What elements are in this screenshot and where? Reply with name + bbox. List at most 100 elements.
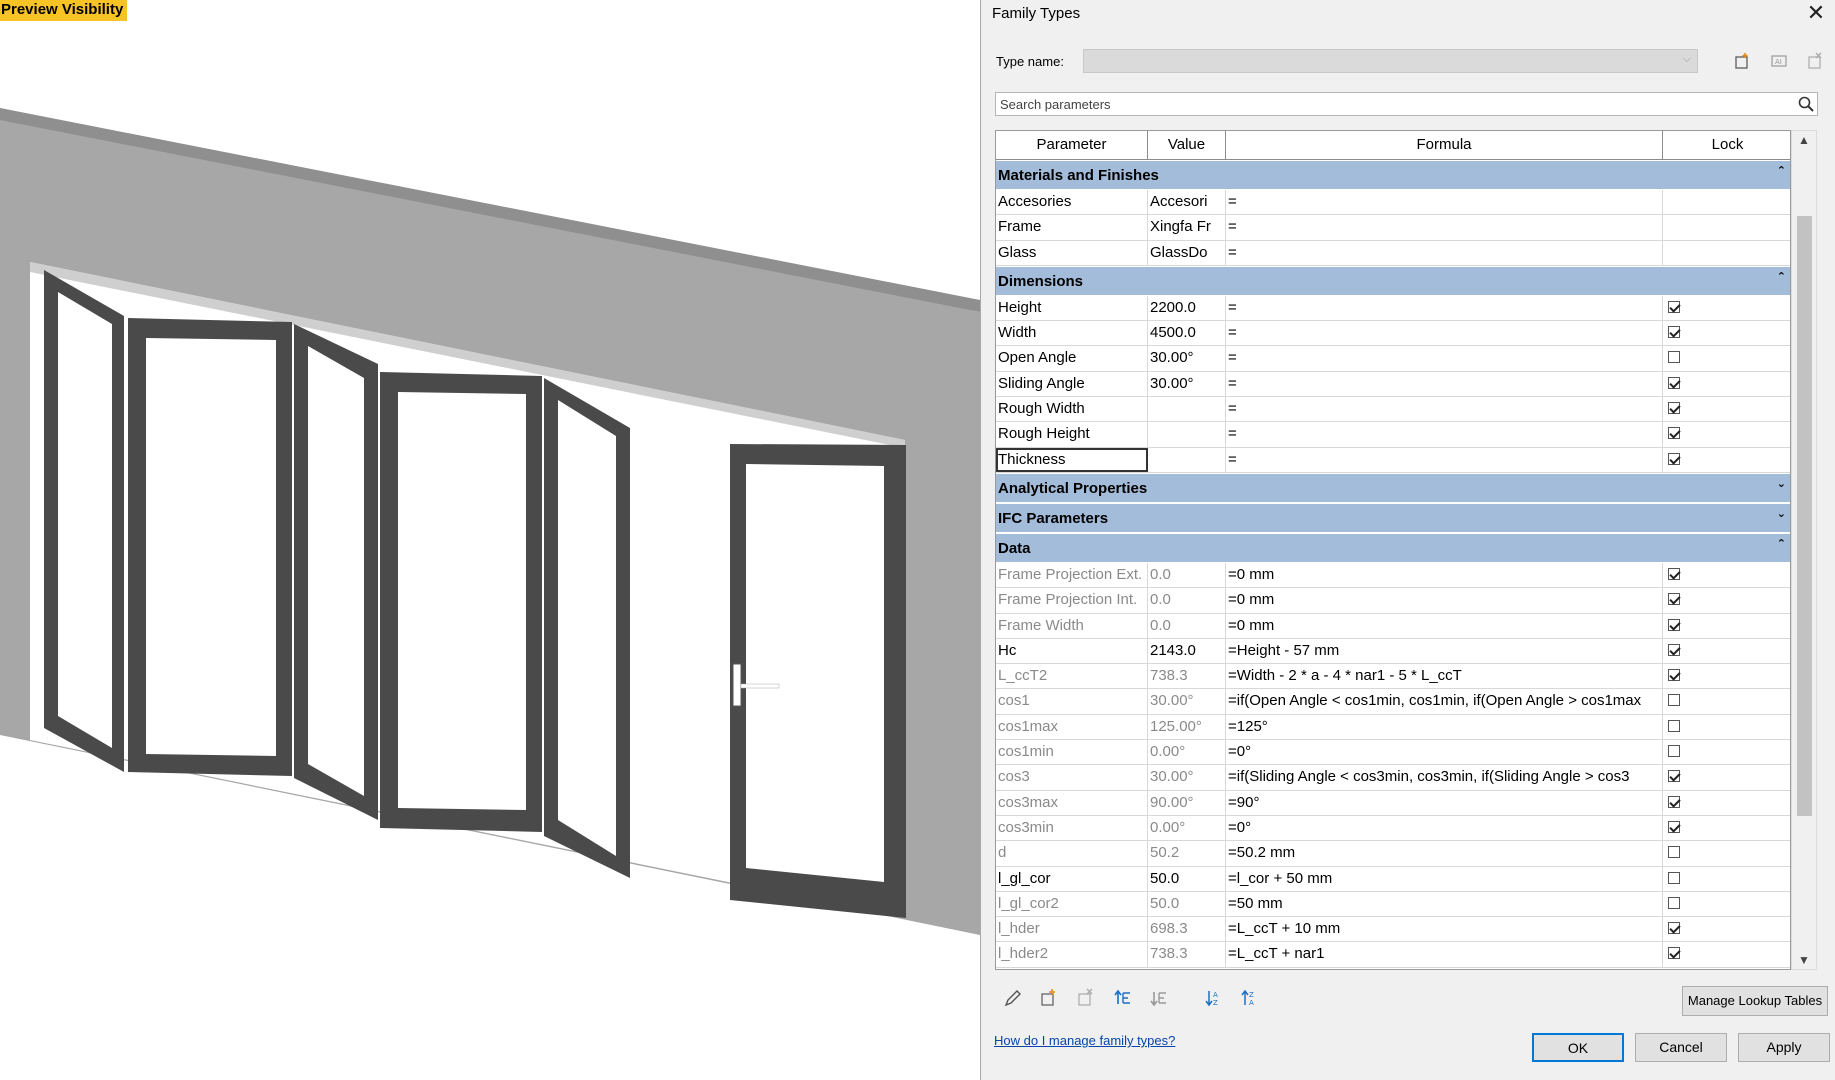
parameter-name-cell[interactable]: Rough Width xyxy=(996,397,1148,422)
parameter-name-cell[interactable]: Frame xyxy=(996,215,1148,240)
parameter-formula-cell[interactable]: =L_ccT + 10 mm xyxy=(1226,917,1663,942)
lock-checkbox[interactable] xyxy=(1668,300,1680,313)
help-link[interactable]: How do I manage family types? xyxy=(994,1033,1175,1048)
parameter-lock-cell[interactable] xyxy=(1663,588,1790,612)
parameter-formula-cell[interactable]: = xyxy=(1226,447,1663,472)
parameter-value-cell[interactable]: 738.3 xyxy=(1148,942,1226,967)
parameter-lock-cell[interactable] xyxy=(1663,563,1790,587)
parameter-formula-cell[interactable]: = xyxy=(1226,295,1663,321)
parameter-lock-cell[interactable] xyxy=(1663,765,1790,789)
lock-checkbox[interactable] xyxy=(1668,351,1680,364)
delete-type-icon[interactable] xyxy=(1805,52,1825,72)
lock-checkbox[interactable] xyxy=(1668,376,1680,389)
parameter-lock-cell[interactable] xyxy=(1663,917,1790,941)
collapse-icon[interactable]: ⌃ xyxy=(1777,537,1786,550)
parameter-formula-cell[interactable]: =125° xyxy=(1226,714,1663,740)
parameter-lock-cell[interactable] xyxy=(1663,346,1790,370)
parameter-name-cell[interactable]: Frame Projection Ext. xyxy=(996,562,1148,588)
parameter-formula-cell[interactable]: = xyxy=(1226,422,1663,447)
parameter-value-cell[interactable]: 0.0 xyxy=(1148,613,1226,638)
lock-checkbox[interactable] xyxy=(1668,820,1680,833)
apply-button[interactable]: Apply xyxy=(1738,1033,1830,1062)
parameter-formula-cell[interactable]: =Width - 2 * a - 4 * nar1 - 5 * L_ccT xyxy=(1226,664,1663,689)
lock-checkbox[interactable] xyxy=(1668,669,1680,682)
parameter-value-cell[interactable]: 0.00° xyxy=(1148,815,1226,841)
parameter-lock-cell[interactable] xyxy=(1663,689,1790,713)
parameter-lock-cell[interactable] xyxy=(1663,664,1790,688)
parameter-name-cell[interactable]: Frame Width xyxy=(996,613,1148,638)
lock-checkbox[interactable] xyxy=(1668,452,1680,465)
edit-parameter-icon[interactable] xyxy=(1001,988,1025,1012)
parameter-name-cell[interactable]: Glass xyxy=(996,240,1148,265)
lock-checkbox[interactable] xyxy=(1668,922,1680,935)
parameter-value-cell[interactable]: GlassDo xyxy=(1148,240,1226,265)
parameter-value-cell[interactable]: 4500.0 xyxy=(1148,321,1226,346)
new-parameter-icon[interactable] xyxy=(1037,988,1061,1012)
parameter-lock-cell[interactable] xyxy=(1663,215,1790,239)
expand-icon[interactable]: ⌄ xyxy=(1777,477,1786,490)
parameter-name-cell[interactable]: Accesories xyxy=(996,190,1148,215)
parameter-name-cell[interactable]: cos3 xyxy=(996,765,1148,790)
parameter-name-cell[interactable]: cos3min xyxy=(996,815,1148,841)
parameter-formula-cell[interactable]: =0 mm xyxy=(1226,613,1663,638)
parameter-value-cell[interactable]: Xingfa Fr xyxy=(1148,215,1226,240)
parameter-value-cell[interactable]: 698.3 xyxy=(1148,917,1226,942)
parameter-formula-cell[interactable]: = xyxy=(1226,346,1663,371)
parameter-value-cell[interactable]: 50.0 xyxy=(1148,891,1226,917)
parameter-name-cell[interactable]: Width xyxy=(996,321,1148,346)
parameter-name-cell[interactable]: Open Angle xyxy=(996,346,1148,371)
group-header[interactable]: Analytical Properties ⌄ xyxy=(996,472,1790,503)
parameter-name-cell[interactable]: l_hder xyxy=(996,917,1148,942)
lock-checkbox[interactable] xyxy=(1668,947,1680,960)
parameter-formula-cell[interactable]: = xyxy=(1226,321,1663,346)
parameter-formula-cell[interactable]: =50.2 mm xyxy=(1226,841,1663,866)
preview-visibility-badge[interactable]: Preview Visibility xyxy=(0,0,128,21)
lock-checkbox[interactable] xyxy=(1668,871,1680,884)
new-type-icon[interactable] xyxy=(1732,52,1752,72)
parameter-formula-cell[interactable]: =l_cor + 50 mm xyxy=(1226,866,1663,891)
parameter-name-cell[interactable]: l_hder2 xyxy=(996,942,1148,967)
parameter-formula-cell[interactable]: =0° xyxy=(1226,815,1663,841)
group-header[interactable]: IFC Parameters ⌄ xyxy=(996,502,1790,533)
parameter-name-cell[interactable]: Hc xyxy=(996,638,1148,664)
rename-type-icon[interactable]: AI xyxy=(1769,52,1789,72)
column-header-parameter[interactable]: Parameter xyxy=(996,131,1148,160)
parameter-name-cell[interactable]: Rough Height xyxy=(996,422,1148,447)
parameter-name-cell[interactable]: Frame Projection Int. xyxy=(996,588,1148,613)
vertical-scrollbar[interactable]: ▲ ▼ xyxy=(1791,130,1817,970)
parameter-value-cell[interactable]: 30.00° xyxy=(1148,689,1226,714)
lock-checkbox[interactable] xyxy=(1668,593,1680,606)
collapse-icon[interactable]: ⌃ xyxy=(1777,270,1786,283)
type-name-dropdown[interactable]: ⌵ xyxy=(1083,49,1698,73)
lock-checkbox[interactable] xyxy=(1668,402,1680,415)
parameter-lock-cell[interactable] xyxy=(1663,791,1790,815)
parameter-formula-cell[interactable]: = xyxy=(1226,190,1663,215)
column-header-lock[interactable]: Lock xyxy=(1663,131,1790,160)
search-input[interactable] xyxy=(996,93,1786,115)
parameter-formula-cell[interactable]: =if(Open Angle < cos1min, cos1min, if(Op… xyxy=(1226,689,1663,714)
lock-checkbox[interactable] xyxy=(1668,427,1680,440)
parameter-name-cell[interactable]: cos1min xyxy=(996,740,1148,765)
parameter-lock-cell[interactable] xyxy=(1663,715,1790,739)
lock-checkbox[interactable] xyxy=(1668,567,1680,580)
parameter-formula-cell[interactable]: =if(Sliding Angle < cos3min, cos3min, if… xyxy=(1226,765,1663,790)
parameter-value-cell[interactable] xyxy=(1148,397,1226,422)
collapse-icon[interactable]: ⌃ xyxy=(1777,164,1786,177)
parameter-name-cell[interactable]: cos1 xyxy=(996,689,1148,714)
parameter-formula-cell[interactable]: =0 mm xyxy=(1226,562,1663,588)
parameter-value-cell[interactable]: 30.00° xyxy=(1148,371,1226,397)
scroll-up-icon[interactable]: ▲ xyxy=(1792,133,1816,147)
lock-checkbox[interactable] xyxy=(1668,770,1680,783)
parameter-formula-cell[interactable]: = xyxy=(1226,240,1663,265)
lock-checkbox[interactable] xyxy=(1668,719,1680,732)
parameter-value-cell[interactable]: 125.00° xyxy=(1148,714,1226,740)
parameter-name-cell[interactable]: cos3max xyxy=(996,790,1148,815)
manage-lookup-tables-button[interactable]: Manage Lookup Tables xyxy=(1682,986,1828,1016)
parameter-lock-cell[interactable] xyxy=(1663,448,1790,472)
parameter-name-cell[interactable]: Thickness xyxy=(996,447,1148,472)
parameter-formula-cell[interactable]: =L_ccT + nar1 xyxy=(1226,942,1663,967)
group-header[interactable]: Materials and Finishes ⌃ xyxy=(996,160,1790,190)
parameter-lock-cell[interactable] xyxy=(1663,740,1790,764)
parameter-lock-cell[interactable] xyxy=(1663,841,1790,865)
parameter-name-cell[interactable]: Height xyxy=(996,295,1148,321)
